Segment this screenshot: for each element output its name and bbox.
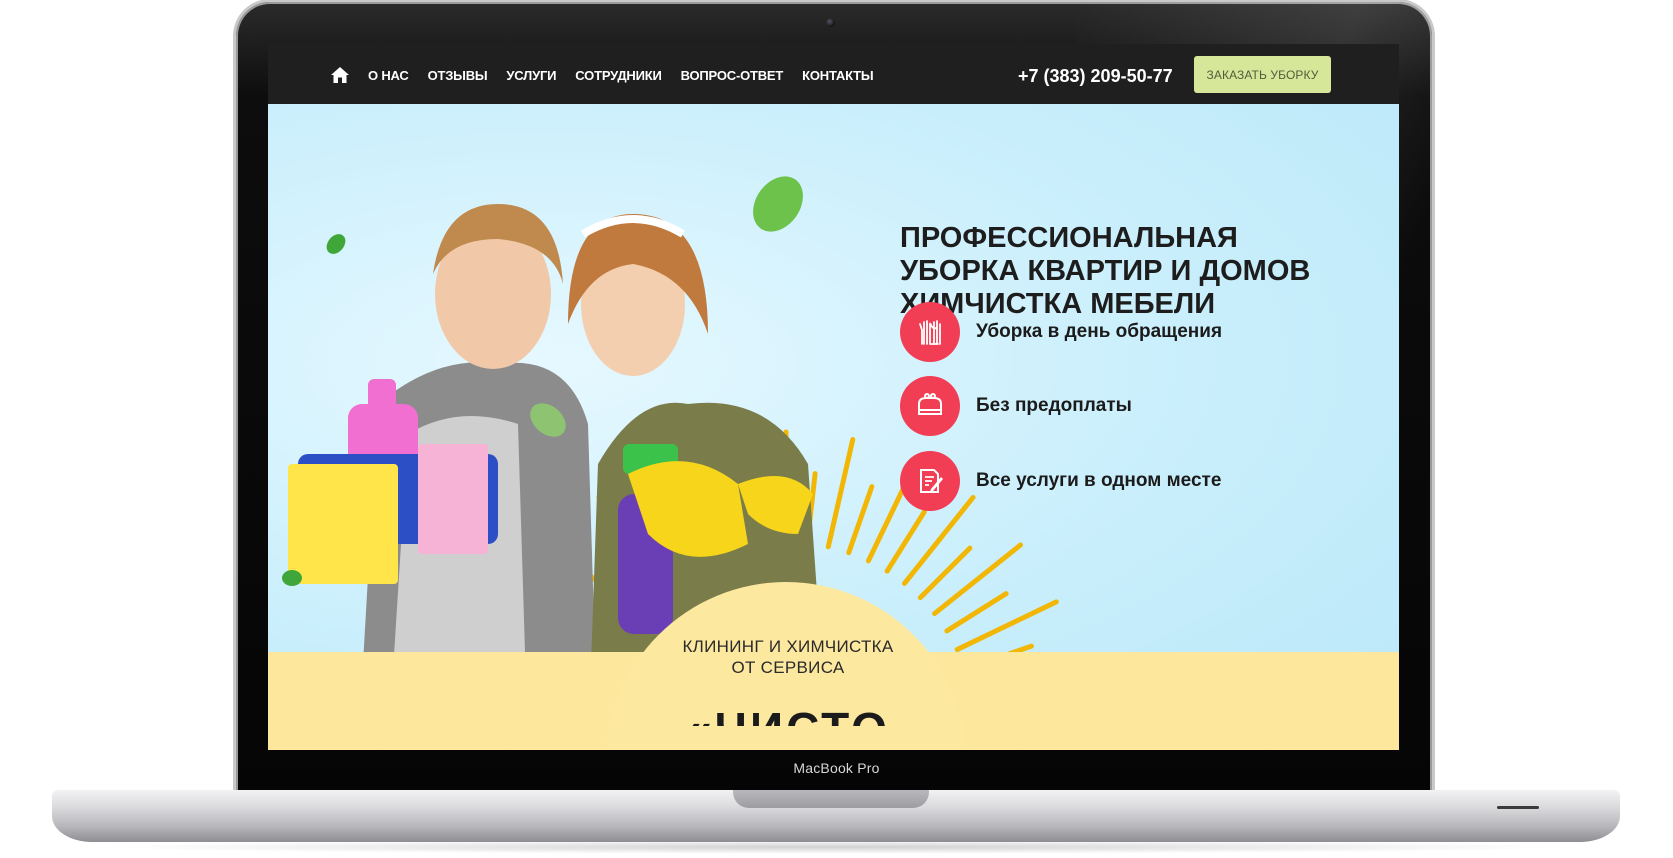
- sun-ray: [825, 437, 856, 550]
- website-screen: О НАС ОТЗЫВЫ УСЛУГИ СОТРУДНИКИ ВОПРОС-ОТ…: [268, 44, 1399, 750]
- order-cleaning-button[interactable]: ЗАКАЗАТЬ УБОРКУ: [1194, 56, 1331, 93]
- nav-item-staff[interactable]: СОТРУДНИКИ: [575, 68, 662, 83]
- feature-text: Без предоплаты: [976, 395, 1132, 416]
- brand-name-partial: «ЧИСТО ПИТИ»: [598, 700, 978, 726]
- feature-text: Уборка в день обращения: [976, 321, 1223, 342]
- nav-item-faq[interactable]: ВОПРОС-ОТВЕТ: [681, 68, 784, 83]
- wallet-icon: [900, 376, 960, 436]
- headline-line-1: ПРОФЕССИОНАЛЬНАЯ: [900, 222, 1238, 254]
- feature-text: Все услуги в одном месте: [976, 470, 1222, 491]
- nav-item-about[interactable]: О НАС: [368, 68, 409, 83]
- laptop-base-slot: [1497, 806, 1539, 809]
- nav-item-contacts[interactable]: КОНТАКТЫ: [802, 68, 873, 83]
- feature-item: Уборка в день обращения: [900, 302, 1222, 362]
- home-icon[interactable]: [330, 66, 350, 84]
- caption-line-1: КЛИНИНГ И ХИМЧИСТКА: [682, 637, 894, 656]
- camera-icon: [826, 18, 835, 27]
- nav-item-reviews[interactable]: ОТЗЫВЫ: [428, 68, 488, 83]
- feature-item: Все услуги в одном месте: [900, 451, 1221, 511]
- nav-item-services[interactable]: УСЛУГИ: [506, 68, 556, 83]
- base-shadow: [90, 840, 1580, 854]
- hero-section: ПРОФЕССИОНАЛЬНАЯ УБОРКА КВАРТИР И ДОМОВ …: [268, 104, 1399, 750]
- headline-line-2: УБОРКА КВАРТИР И ДОМОВ: [900, 255, 1311, 287]
- caption-line-2: ОТ СЕРВИСА: [731, 658, 845, 677]
- document-edit-icon: [900, 451, 960, 511]
- laptop-base-notch: [733, 790, 929, 808]
- device-label: MacBook Pro: [793, 760, 880, 776]
- top-navbar: О НАС ОТЗЫВЫ УСЛУГИ СОТРУДНИКИ ВОПРОС-ОТ…: [268, 44, 1399, 104]
- hero-caption: КЛИНИНГ И ХИМЧИСТКА ОТ СЕРВИСА: [598, 636, 978, 678]
- sun-ray: [932, 542, 1024, 617]
- gloves-icon: [900, 302, 960, 362]
- feature-item: Без предоплаты: [900, 376, 1132, 436]
- phone-number[interactable]: +7 (383) 209-50-77: [1018, 66, 1173, 87]
- sun-ray: [846, 484, 875, 556]
- nav-links: О НАС ОТЗЫВЫ УСЛУГИ СОТРУДНИКИ ВОПРОС-ОТ…: [368, 68, 892, 83]
